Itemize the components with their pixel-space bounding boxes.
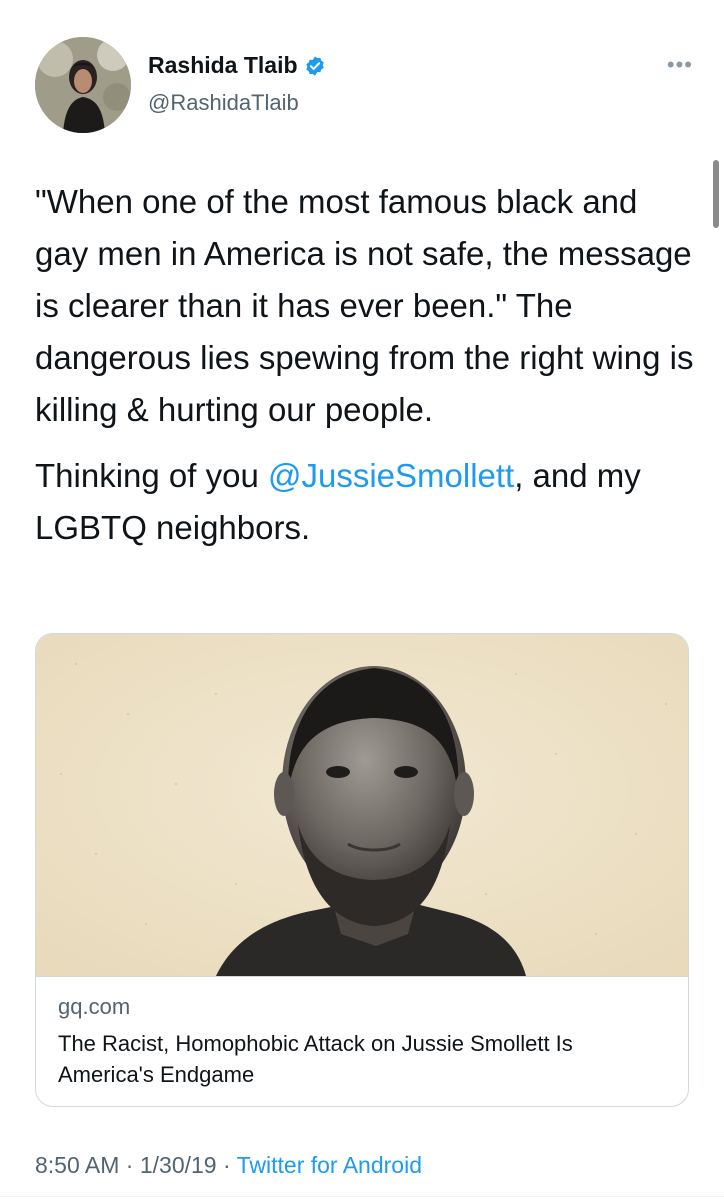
portrait-photo-icon [36, 634, 688, 976]
avatar[interactable] [35, 37, 131, 133]
tweet-paragraph-2: Thinking of you @JussieSmollett, and my … [35, 450, 695, 554]
mention-link[interactable]: @JussieSmollett [268, 457, 514, 494]
tweet-text: "When one of the most famous black and g… [35, 176, 695, 554]
meta-separator-2: · [216, 1152, 237, 1178]
meta-separator-1: · [119, 1152, 140, 1178]
verified-badge-icon [305, 55, 324, 76]
author-handle[interactable]: @RashidaTlaib [148, 90, 299, 116]
link-preview-card[interactable]: gq.com The Racist, Homophobic Attack on … [35, 633, 689, 1107]
author-name-row[interactable]: Rashida Tlaib [148, 52, 326, 79]
scrollbar[interactable] [713, 160, 719, 228]
tweet-date[interactable]: 1/30/19 [140, 1152, 217, 1178]
link-domain[interactable]: gq.com [58, 994, 130, 1020]
tweet-paragraph-1: "When one of the most famous black and g… [35, 183, 694, 428]
avatar-photo-icon [35, 37, 131, 133]
divider [0, 1196, 724, 1197]
more-options-icon[interactable]: ••• [667, 54, 693, 76]
author-display-name[interactable]: Rashida Tlaib [148, 52, 298, 79]
tweet-source[interactable]: Twitter for Android [237, 1152, 422, 1178]
tweet-paragraph-2-start: Thinking of you [35, 457, 268, 494]
tweet-metadata: 8:50 AM · 1/30/19 · Twitter for Android [35, 1152, 422, 1179]
link-title[interactable]: The Racist, Homophobic Attack on Jussie … [58, 1028, 658, 1090]
link-preview-image[interactable] [36, 634, 688, 977]
tweet-time[interactable]: 8:50 AM [35, 1152, 119, 1178]
tweet-header: Rashida Tlaib @RashidaTlaib ••• [35, 37, 695, 137]
